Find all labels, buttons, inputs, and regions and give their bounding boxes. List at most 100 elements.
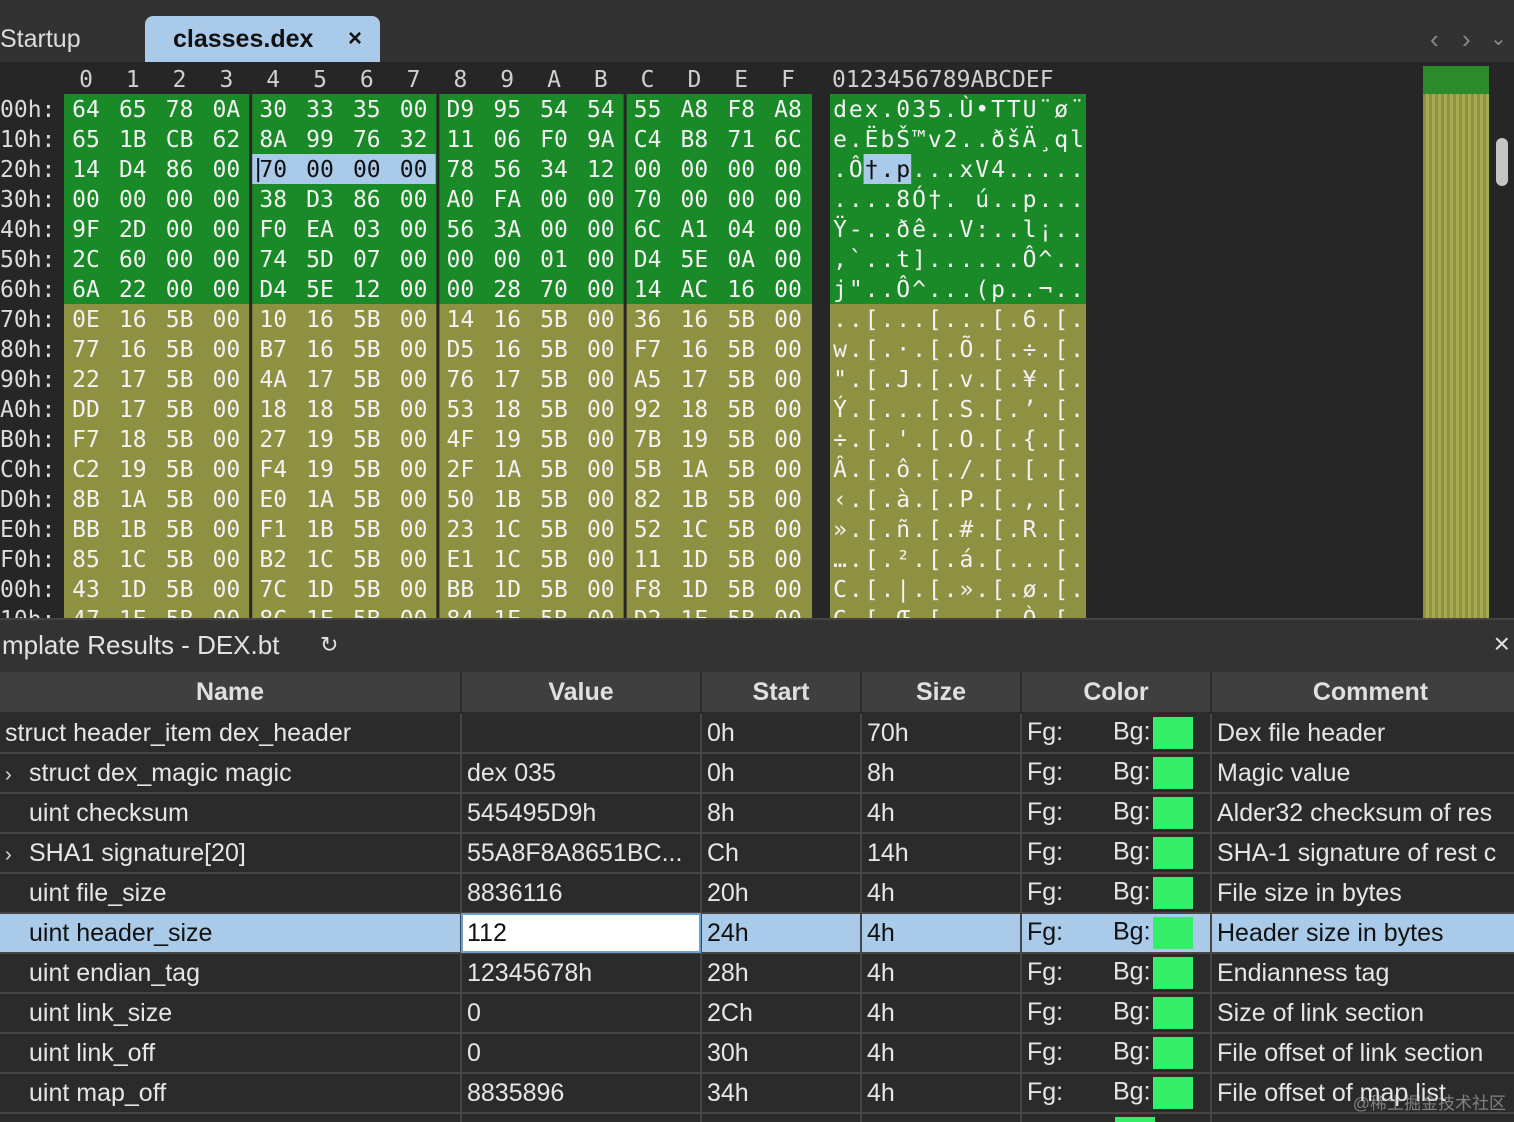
hex-byte[interactable]: 74 [259,247,287,273]
ascii-char[interactable]: 6 [1023,307,1037,333]
table-row[interactable]: › SHA1 signature[20] 55A8F8A8651BC... Ch 14h… [0,833,1514,874]
table-row[interactable]: struct header_item dex_header 0h 70h Fg: Bg:… [0,713,1514,754]
hex-byte[interactable]: 19 [681,427,709,453]
hex-byte[interactable]: 1E [681,607,709,618]
ascii-char[interactable]: . [849,187,863,213]
expand-chevron-icon[interactable]: › [5,764,29,787]
start-cell[interactable]: 28h [701,953,862,994]
ascii-char[interactable]: . [849,517,863,543]
ascii-char[interactable]: Ô [849,155,863,183]
hex-byte[interactable]: 6A [72,277,100,303]
hex-byte[interactable]: 4F [447,427,475,453]
color-cell[interactable]: Fg: Bg: [1021,833,1212,874]
table-row[interactable]: uint header_size 112 24h 4h Fg: Bg: Header siz… [0,913,1514,954]
ascii-char[interactable]: . [1038,187,1052,213]
hex-byte[interactable]: 00 [774,277,802,303]
ascii-char[interactable]: . [833,157,847,183]
value-cell[interactable]: 112 [461,913,702,954]
hex-byte[interactable]: 18 [259,397,287,423]
color-cell[interactable]: Fg: Bg: [1021,1033,1212,1074]
ascii-char[interactable]: [ [1054,547,1068,573]
ascii-char[interactable]: J [896,367,910,393]
ascii-char[interactable]: x [865,97,879,123]
hex-byte[interactable]: 0A [213,97,241,123]
hex-byte[interactable]: 1A [306,487,334,513]
ascii-char[interactable]: [ [1054,457,1068,483]
hex-byte[interactable]: 00 [213,337,241,363]
hex-byte[interactable]: 1D [681,577,709,603]
table-row[interactable]: uint link_size 0 2Ch 4h Fg: Bg: Size of link s… [0,993,1514,1034]
ascii-char[interactable]: . [975,247,989,273]
hex-byte[interactable]: 14 [447,307,475,333]
ascii-char[interactable]: . [975,607,989,618]
hex-byte[interactable]: 4A [259,367,287,393]
ascii-char[interactable]: . [1070,217,1084,243]
size-cell[interactable]: 4h [861,793,1022,834]
hex-byte[interactable]: 5B [727,307,755,333]
color-cell[interactable]: Fg: Bg: [1021,793,1212,834]
hex-byte[interactable]: 5B [166,307,194,333]
hex-byte[interactable]: D4 [259,277,287,303]
hex-byte[interactable]: 00 [587,547,615,573]
ascii-char[interactable]: v [928,127,942,153]
hex-byte[interactable]: 00 [774,187,802,213]
ascii-char[interactable]: . [975,337,989,363]
ascii-char[interactable]: ð [896,217,910,243]
ascii-char[interactable]: . [1007,157,1021,183]
comment-cell[interactable]: Alder32 checksum of res [1211,793,1514,834]
ascii-char[interactable]: G [833,607,847,618]
hex-byte[interactable]: 00 [587,367,615,393]
ascii-char[interactable]: † [928,187,942,213]
ascii-char[interactable]: Ô [896,275,910,303]
ascii-char[interactable]: . [1038,517,1052,543]
hex-byte[interactable]: D2 [634,607,662,618]
ascii-char[interactable]: Ä [1023,125,1037,153]
hex-byte[interactable]: 5B [540,337,568,363]
ascii-char[interactable]: . [880,247,894,273]
ascii-char[interactable]: 3 [912,97,926,123]
ascii-char[interactable]: . [880,607,894,618]
hex-byte[interactable]: 18 [119,427,147,453]
hex-byte[interactable]: 5B [727,337,755,363]
value-cell[interactable]: 8836116 [461,873,702,914]
ascii-char[interactable]: ÷ [1023,337,1037,363]
ascii-char[interactable]: p [991,277,1005,303]
ascii-char[interactable]: V [959,217,973,243]
ascii-char[interactable]: . [1038,307,1052,333]
hex-byte[interactable]: 07 [353,247,381,273]
hex-byte[interactable]: 5B [166,607,194,618]
ascii-char[interactable]: Ô [1023,245,1037,273]
hex-byte[interactable]: 27 [259,427,287,453]
start-cell[interactable]: Ch [701,833,862,874]
ascii-char[interactable]: Ë [865,125,879,153]
size-cell[interactable]: 4h [861,913,1022,954]
hex-byte[interactable]: 5B [727,427,755,453]
hex-byte[interactable]: 5B [727,487,755,513]
ascii-char[interactable]: . [1054,277,1068,303]
color-cell[interactable]: Fg: Bg: [1021,953,1212,994]
hex-byte[interactable]: 1D [681,547,709,573]
hex-byte[interactable]: 06 [493,127,521,153]
hex-byte[interactable]: 00 [400,367,428,393]
ascii-char[interactable]: . [944,157,958,183]
ascii-char[interactable]: . [912,157,926,183]
ascii-char[interactable]: O [959,427,973,453]
ascii-char[interactable]: [ [991,397,1005,423]
ascii-char[interactable]: l [1023,217,1037,243]
ascii-char[interactable]: . [975,457,989,483]
ascii-char[interactable]: . [1038,397,1052,423]
ascii-char[interactable]: j [833,277,847,303]
size-cell[interactable] [861,1113,1022,1122]
ascii-char[interactable]: V [975,157,989,183]
hex-byte[interactable]: 00 [400,547,428,573]
table-row[interactable]: uint string_ids_size [0,1113,1514,1122]
ascii-char[interactable]: . [944,487,958,513]
ascii-char[interactable]: • [975,97,989,123]
ascii-char[interactable]: [ [991,337,1005,363]
ascii-char[interactable]: . [833,187,847,213]
bg-color-swatch[interactable] [1115,1117,1155,1122]
ascii-char[interactable]: [ [1054,307,1068,333]
hex-byte[interactable]: 8B [72,487,100,513]
hex-byte[interactable]: 5B [540,367,568,393]
ascii-char[interactable]: Ù [959,95,973,123]
